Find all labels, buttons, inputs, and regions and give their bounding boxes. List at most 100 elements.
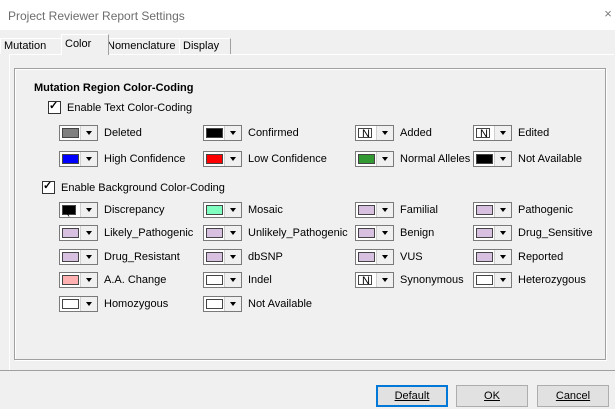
color-dropdown[interactable] — [59, 249, 98, 265]
chevron-down-icon[interactable] — [80, 273, 97, 287]
color-dropdown[interactable]: ( — [59, 202, 98, 218]
swatch-glyph: N — [362, 128, 370, 140]
color-dropdown[interactable] — [355, 202, 394, 218]
chevron-down-icon[interactable] — [80, 126, 97, 140]
color-dropdown[interactable] — [203, 296, 242, 312]
color-dropdown[interactable] — [59, 125, 98, 141]
color-label: Heterozygous — [518, 274, 586, 286]
color-dropdown[interactable] — [473, 249, 512, 265]
chevron-down-icon[interactable] — [224, 273, 241, 287]
chevron-down-icon[interactable] — [376, 250, 393, 264]
color-dropdown[interactable] — [473, 225, 512, 241]
color-picker-confirmed: Confirmed — [203, 124, 299, 142]
color-dropdown[interactable]: N — [355, 125, 394, 141]
color-dropdown[interactable] — [473, 151, 512, 167]
color-swatch: N — [476, 128, 490, 140]
section-title: Mutation Region Color-Coding — [34, 82, 194, 94]
chevron-down-icon[interactable] — [80, 203, 97, 217]
color-swatch — [62, 228, 79, 238]
color-picker-vus: VUS — [355, 248, 423, 266]
ok-button[interactable]: OK — [456, 385, 528, 407]
chevron-down-icon[interactable] — [224, 226, 241, 240]
color-dropdown[interactable] — [473, 272, 512, 288]
color-dropdown[interactable] — [59, 225, 98, 241]
chevron-down-icon[interactable] — [494, 203, 511, 217]
tab-display[interactable]: Display — [179, 38, 231, 54]
color-label: Mosaic — [248, 204, 283, 216]
chevron-down-icon[interactable] — [376, 152, 393, 166]
chevron-down-icon[interactable] — [224, 152, 241, 166]
close-icon[interactable]: × — [601, 0, 615, 30]
chevron-down-icon[interactable] — [80, 226, 97, 240]
color-dropdown[interactable] — [473, 202, 512, 218]
color-dropdown[interactable] — [59, 151, 98, 167]
enable-text-color-coding-checkbox[interactable]: Enable Text Color-Coding — [48, 99, 192, 114]
chevron-down-icon[interactable] — [376, 273, 393, 287]
tab-color[interactable]: Color — [61, 34, 109, 55]
color-picker-normal-alleles: Normal Alleles — [355, 150, 470, 168]
chevron-down-icon[interactable] — [494, 226, 511, 240]
color-swatch: N — [358, 275, 372, 287]
color-dropdown[interactable] — [59, 296, 98, 312]
chevron-down-icon[interactable] — [376, 226, 393, 240]
color-picker-not-available: Not Available — [473, 150, 582, 168]
chevron-down-icon[interactable] — [376, 203, 393, 217]
swatch-glyph: N — [480, 128, 488, 140]
color-picker-pathogenic: Pathogenic — [473, 201, 573, 219]
color-dropdown[interactable] — [59, 272, 98, 288]
color-dropdown[interactable] — [355, 249, 394, 265]
chevron-down-icon[interactable] — [494, 126, 511, 140]
tab-mutation[interactable]: Mutation — [0, 38, 63, 54]
color-dropdown[interactable]: N — [355, 272, 394, 288]
color-picker-drug-resistant: Drug_Resistant — [59, 248, 180, 266]
color-label: Pathogenic — [518, 204, 574, 216]
color-label: Reported — [518, 251, 564, 263]
chevron-down-icon[interactable] — [494, 152, 511, 166]
color-label: Unlikely_Pathogenic — [248, 227, 348, 239]
color-dropdown[interactable] — [203, 249, 242, 265]
color-label: Not Available — [518, 153, 583, 165]
color-label: Drug_Sensitive — [518, 227, 593, 239]
default-button[interactable]: Default — [376, 385, 448, 407]
color-label: Normal Alleles — [400, 153, 471, 165]
color-dropdown[interactable] — [355, 225, 394, 241]
enable-background-color-coding-checkbox[interactable]: Enable Background Color-Coding — [42, 179, 225, 194]
color-dropdown[interactable] — [203, 225, 242, 241]
tab-nomenclature[interactable]: Nomenclature — [103, 38, 181, 54]
color-dropdown[interactable] — [203, 202, 242, 218]
color-dropdown[interactable]: N — [473, 125, 512, 141]
chevron-down-icon[interactable] — [494, 250, 511, 264]
color-picker-edited: N Edited — [473, 124, 549, 142]
chevron-down-icon[interactable] — [224, 250, 241, 264]
color-label: VUS — [400, 251, 423, 263]
chevron-down-icon[interactable] — [494, 273, 511, 287]
color-swatch — [476, 154, 493, 164]
settings-dialog: Project Reviewer Report Settings × Mutat… — [0, 0, 615, 409]
color-swatch — [476, 275, 493, 285]
color-label: Confirmed — [248, 127, 299, 139]
chevron-down-icon[interactable] — [80, 297, 97, 311]
chevron-down-icon[interactable] — [224, 203, 241, 217]
color-swatch: N — [358, 128, 372, 140]
checkbox-label: Enable Background Color-Coding — [61, 181, 225, 194]
chevron-down-icon[interactable] — [80, 250, 97, 264]
checkbox-box[interactable] — [42, 179, 55, 194]
divider — [0, 370, 615, 371]
color-picker-dbsnp: dbSNP — [203, 248, 283, 266]
color-label: Edited — [518, 127, 550, 139]
color-picker-heterozygous: Heterozygous — [473, 271, 586, 289]
chevron-down-icon[interactable] — [224, 297, 241, 311]
tab-strip: Mutation Color Nomenclature Display — [0, 30, 615, 55]
color-swatch — [62, 154, 79, 164]
color-swatch — [62, 299, 79, 309]
chevron-down-icon[interactable] — [80, 152, 97, 166]
chevron-down-icon[interactable] — [224, 126, 241, 140]
color-swatch: ( — [62, 205, 76, 217]
color-dropdown[interactable] — [203, 272, 242, 288]
color-dropdown[interactable] — [203, 151, 242, 167]
checkbox-box[interactable] — [48, 99, 61, 114]
cancel-button[interactable]: Cancel — [537, 385, 609, 407]
color-dropdown[interactable] — [355, 151, 394, 167]
color-dropdown[interactable] — [203, 125, 242, 141]
chevron-down-icon[interactable] — [376, 126, 393, 140]
